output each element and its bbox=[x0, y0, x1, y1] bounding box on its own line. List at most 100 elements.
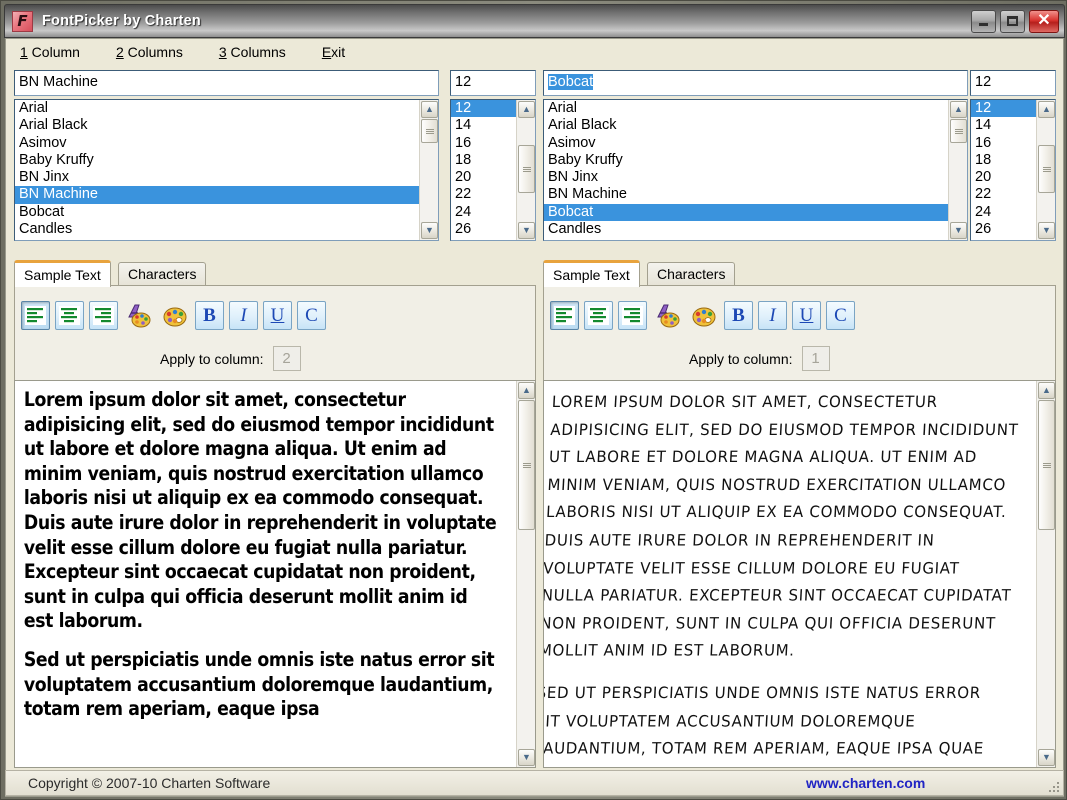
scroll-down-icon[interactable]: ▼ bbox=[1038, 222, 1055, 239]
copy-button[interactable]: C bbox=[826, 301, 855, 330]
font-list-col1[interactable]: Arial Arial Black Asimov Baby Kruffy BN … bbox=[14, 99, 439, 241]
list-item[interactable]: 14 bbox=[971, 117, 1036, 134]
resize-grip-icon[interactable] bbox=[1047, 780, 1059, 792]
list-item-selected[interactable]: BN Machine bbox=[15, 186, 419, 204]
align-left-icon[interactable] bbox=[21, 301, 50, 330]
apply-to-column-value-col2[interactable]: 1 bbox=[801, 346, 830, 371]
list-item-selected[interactable]: 12 bbox=[971, 100, 1036, 118]
font-list-scrollbar-col2[interactable]: ▲ ▼ bbox=[948, 100, 967, 240]
tab-sample-text-col2[interactable]: Sample Text bbox=[543, 260, 640, 287]
list-item[interactable]: 18 bbox=[451, 152, 516, 169]
website-link[interactable]: www.charten.com bbox=[806, 775, 925, 791]
font-size-input-col1[interactable]: 12 bbox=[450, 70, 536, 96]
align-center-icon[interactable] bbox=[55, 301, 84, 330]
list-item[interactable]: 26 bbox=[451, 221, 516, 238]
scroll-down-icon[interactable]: ▼ bbox=[421, 222, 438, 239]
list-item[interactable]: Asimov bbox=[15, 135, 419, 152]
menu-item-2-columns[interactable]: 2 Columns bbox=[116, 44, 183, 60]
bold-button[interactable]: B bbox=[724, 301, 753, 330]
italic-button[interactable]: I bbox=[758, 301, 787, 330]
font-size-list-col1[interactable]: 12 14 16 18 20 22 24 26 ▲ ▼ bbox=[450, 99, 536, 241]
list-item[interactable]: Arial Black bbox=[15, 117, 419, 134]
scroll-down-icon[interactable]: ▼ bbox=[1038, 749, 1055, 766]
list-item[interactable]: BN Jinx bbox=[15, 169, 419, 186]
list-item[interactable]: 14 bbox=[451, 117, 516, 134]
size-list-scrollbar-col1[interactable]: ▲ ▼ bbox=[516, 100, 535, 240]
scroll-up-icon[interactable]: ▲ bbox=[518, 382, 535, 399]
size-list-scrollbar-col2[interactable]: ▲ ▼ bbox=[1036, 100, 1055, 240]
font-name-input-col2[interactable]: Bobcat bbox=[543, 70, 968, 96]
align-left-icon[interactable] bbox=[550, 301, 579, 330]
list-item-selected[interactable]: 12 bbox=[451, 100, 516, 118]
underline-button[interactable]: U bbox=[263, 301, 292, 330]
font-list-scrollbar-col1[interactable]: ▲ ▼ bbox=[419, 100, 438, 240]
format-toolbar-col2: B I U C bbox=[550, 301, 855, 330]
scroll-thumb[interactable] bbox=[1038, 145, 1055, 193]
sample-text-scrollbar-col2[interactable]: ▲ ▼ bbox=[1036, 381, 1055, 767]
close-button[interactable]: ✕ bbox=[1029, 9, 1059, 33]
apply-to-column-value-col1[interactable]: 2 bbox=[272, 346, 301, 371]
scroll-down-icon[interactable]: ▼ bbox=[518, 749, 535, 766]
scroll-thumb[interactable] bbox=[518, 400, 535, 530]
scroll-thumb[interactable] bbox=[1038, 400, 1055, 530]
scroll-up-icon[interactable]: ▲ bbox=[950, 101, 967, 118]
scroll-down-icon[interactable]: ▼ bbox=[950, 222, 967, 239]
list-item[interactable]: BN Machine bbox=[544, 186, 948, 203]
menu-item-1-column[interactable]: 1 Column bbox=[20, 44, 80, 60]
scroll-up-icon[interactable]: ▲ bbox=[421, 101, 438, 118]
list-item[interactable]: BN Jinx bbox=[544, 169, 948, 186]
underline-button[interactable]: U bbox=[792, 301, 821, 330]
italic-button[interactable]: I bbox=[229, 301, 258, 330]
sample-text-view-col1[interactable]: Lorem ipsum dolor sit amet, consectetur … bbox=[14, 380, 536, 768]
maximize-button[interactable] bbox=[1000, 9, 1025, 33]
sample-text-view-col2[interactable]: Lorem ipsum dolor sit amet, consectetur … bbox=[543, 380, 1056, 768]
list-item[interactable]: Candles bbox=[544, 221, 948, 238]
scroll-up-icon[interactable]: ▲ bbox=[518, 101, 535, 118]
align-right-icon[interactable] bbox=[618, 301, 647, 330]
list-item[interactable]: Bobcat bbox=[15, 204, 419, 221]
list-item[interactable]: 26 bbox=[971, 221, 1036, 238]
list-item[interactable]: 20 bbox=[971, 169, 1036, 186]
list-item[interactable]: Arial bbox=[544, 100, 948, 117]
sample-text-scrollbar-col1[interactable]: ▲ ▼ bbox=[516, 381, 535, 767]
align-right-icon[interactable] bbox=[89, 301, 118, 330]
list-item[interactable]: Asimov bbox=[544, 135, 948, 152]
scroll-thumb[interactable] bbox=[518, 145, 535, 193]
scroll-up-icon[interactable]: ▲ bbox=[1038, 382, 1055, 399]
list-item[interactable]: 22 bbox=[971, 186, 1036, 203]
list-item-selected[interactable]: Bobcat bbox=[544, 203, 948, 222]
list-item[interactable]: Baby Kruffy bbox=[544, 152, 948, 169]
font-color-palette-icon[interactable] bbox=[123, 301, 154, 330]
list-item[interactable]: 16 bbox=[971, 135, 1036, 152]
list-item[interactable]: Arial bbox=[15, 100, 419, 117]
scroll-up-icon[interactable]: ▲ bbox=[1038, 101, 1055, 118]
list-item[interactable]: 22 bbox=[451, 186, 516, 203]
list-item[interactable]: 24 bbox=[971, 204, 1036, 221]
menu-item-exit[interactable]: Exit bbox=[322, 44, 345, 60]
bold-button[interactable]: B bbox=[195, 301, 224, 330]
tab-characters-col2[interactable]: Characters bbox=[647, 262, 736, 286]
scroll-thumb[interactable] bbox=[421, 119, 438, 143]
list-item[interactable]: 20 bbox=[451, 169, 516, 186]
minimize-button[interactable] bbox=[971, 9, 996, 33]
font-size-list-col2[interactable]: 12 14 16 18 20 22 24 26 ▲ ▼ bbox=[970, 99, 1056, 241]
list-item[interactable]: 16 bbox=[451, 135, 516, 152]
list-item[interactable]: Baby Kruffy bbox=[15, 152, 419, 169]
tab-sample-text-col1[interactable]: Sample Text bbox=[14, 260, 111, 287]
list-item[interactable]: Arial Black bbox=[544, 117, 948, 134]
background-color-palette-icon[interactable] bbox=[159, 301, 190, 330]
font-list-col2[interactable]: Arial Arial Black Asimov Baby Kruffy BN … bbox=[543, 99, 968, 241]
font-name-input-col1[interactable]: BN Machine bbox=[14, 70, 439, 96]
font-color-palette-icon[interactable] bbox=[652, 301, 683, 330]
copy-button[interactable]: C bbox=[297, 301, 326, 330]
tab-characters-col1[interactable]: Characters bbox=[118, 262, 207, 286]
list-item[interactable]: 18 bbox=[971, 152, 1036, 169]
list-item[interactable]: Candles bbox=[15, 221, 419, 238]
scroll-thumb[interactable] bbox=[950, 119, 967, 143]
scroll-down-icon[interactable]: ▼ bbox=[518, 222, 535, 239]
list-item[interactable]: 24 bbox=[451, 204, 516, 221]
align-center-icon[interactable] bbox=[584, 301, 613, 330]
menu-item-3-columns[interactable]: 3 Columns bbox=[219, 44, 286, 60]
font-size-input-col2[interactable]: 12 bbox=[970, 70, 1056, 96]
background-color-palette-icon[interactable] bbox=[688, 301, 719, 330]
